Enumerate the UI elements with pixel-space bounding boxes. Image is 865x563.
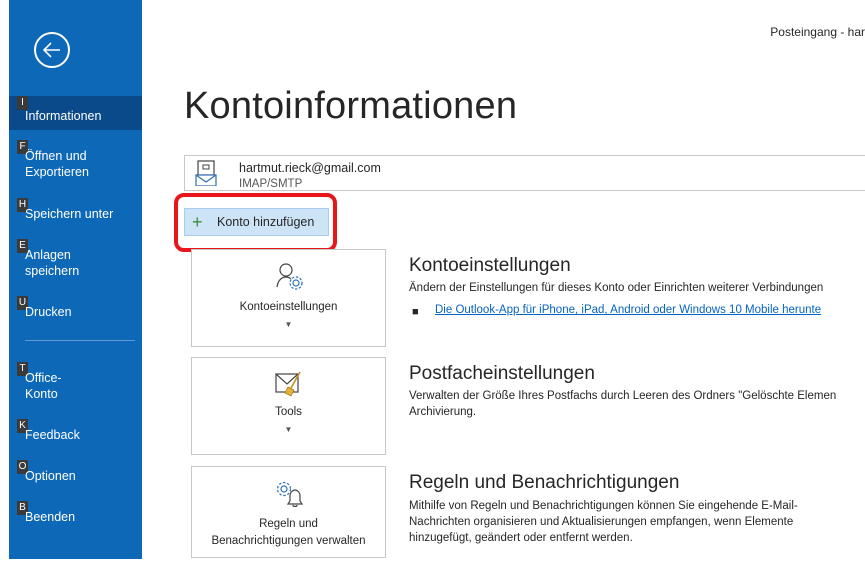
sidebar-divider <box>25 340 135 341</box>
sidebar-item-oeffnen-exportieren[interactable]: F Öffnen und Exportieren <box>9 140 142 182</box>
section-description: Verwalten der Größe Ihres Postfachs durc… <box>409 390 837 402</box>
sidebar-item-feedback[interactable]: K Feedback <box>9 419 142 447</box>
tools-tile[interactable]: Tools ▼ <box>191 357 386 455</box>
section-description: Archivierung. <box>409 406 477 418</box>
account-email: hartmut.rieck@gmail.com <box>239 161 381 175</box>
tile-label: Kontoeinstellungen <box>239 301 338 313</box>
account-type: IMAP/SMTP <box>239 178 303 190</box>
sidebar-item-speichern-unter[interactable]: H Speichern unter <box>9 198 142 226</box>
back-button[interactable] <box>34 32 70 68</box>
section-description: Ändern der Einstellungen für dieses Kont… <box>409 282 824 294</box>
sidebar-item-label: Beenden <box>25 510 76 524</box>
sidebar-item-label: speichern <box>25 264 80 278</box>
chevron-down-icon: ▼ <box>284 425 293 434</box>
sidebar-item-label: Anlagen <box>25 248 71 262</box>
outlook-app-link[interactable]: Die Outlook-App für iPhone, iPad, Androi… <box>435 304 821 316</box>
sidebar-item-optionen[interactable]: O Optionen <box>9 460 142 488</box>
sidebar-item-informationen[interactable]: I Informationen <box>9 96 142 130</box>
chevron-down-icon: ▼ <box>284 320 293 329</box>
sidebar-item-office-konto[interactable]: T Office- Konto <box>9 362 142 404</box>
section-description: hinzugefügt, geändert oder entfernt werd… <box>409 532 633 544</box>
sidebar-item-drucken[interactable]: U Drucken <box>9 296 142 324</box>
account-settings-tile[interactable]: Kontoeinstellungen ▼ <box>191 249 386 347</box>
person-gear-icon <box>276 263 303 290</box>
backstage-sidebar: I Informationen F Öffnen und Exportieren… <box>9 0 142 563</box>
sidebar-item-beenden[interactable]: B Beenden <box>9 501 142 529</box>
mail-account-icon <box>195 160 217 186</box>
back-arrow-icon <box>42 42 60 58</box>
section-title: Postfacheinstellungen <box>409 363 595 384</box>
rules-alerts-tile[interactable]: Regeln und Benachrichtigungen verwalten <box>191 466 386 558</box>
main-content: Posteingang - har Kontoinformationen har… <box>142 0 865 563</box>
window-bottom-edge <box>0 559 865 563</box>
sidebar-item-anlagen-speichern[interactable]: E Anlagen speichern <box>9 239 142 281</box>
account-selector[interactable]: hartmut.rieck@gmail.com IMAP/SMTP <box>184 155 865 191</box>
sidebar-item-label: Feedback <box>25 428 80 442</box>
sidebar-item-label: Optionen <box>25 469 76 483</box>
tile-label: Regeln und <box>259 518 318 530</box>
tile-label: Benachrichtigungen verwalten <box>211 535 366 547</box>
bullet-icon: ■ <box>412 306 419 318</box>
section-description: Mithilfe von Regeln und Benachrichtigung… <box>409 500 798 512</box>
tile-label: Tools <box>275 406 302 418</box>
gear-bell-icon <box>276 481 304 507</box>
sidebar-item-label: Exportieren <box>25 165 89 179</box>
sidebar-item-label: Informationen <box>25 109 102 123</box>
section-description: Nachrichten organisieren und Aktualisier… <box>409 516 794 528</box>
mailbox-broom-icon <box>275 371 301 397</box>
page-title: Kontoinformationen <box>184 85 518 127</box>
sidebar-item-label: Office- <box>25 371 62 385</box>
window-title: Posteingang - har <box>770 25 865 39</box>
sidebar-item-label: Öffnen und <box>25 149 87 163</box>
section-title: Kontoeinstellungen <box>409 255 571 276</box>
highlight-annotation <box>174 193 337 252</box>
sidebar-item-label: Drucken <box>25 305 72 319</box>
window-left-margin <box>0 0 9 563</box>
section-title: Regeln und Benachrichtigungen <box>409 472 680 493</box>
sidebar-item-label: Speichern unter <box>25 207 114 221</box>
sidebar-item-label: Konto <box>25 387 58 401</box>
